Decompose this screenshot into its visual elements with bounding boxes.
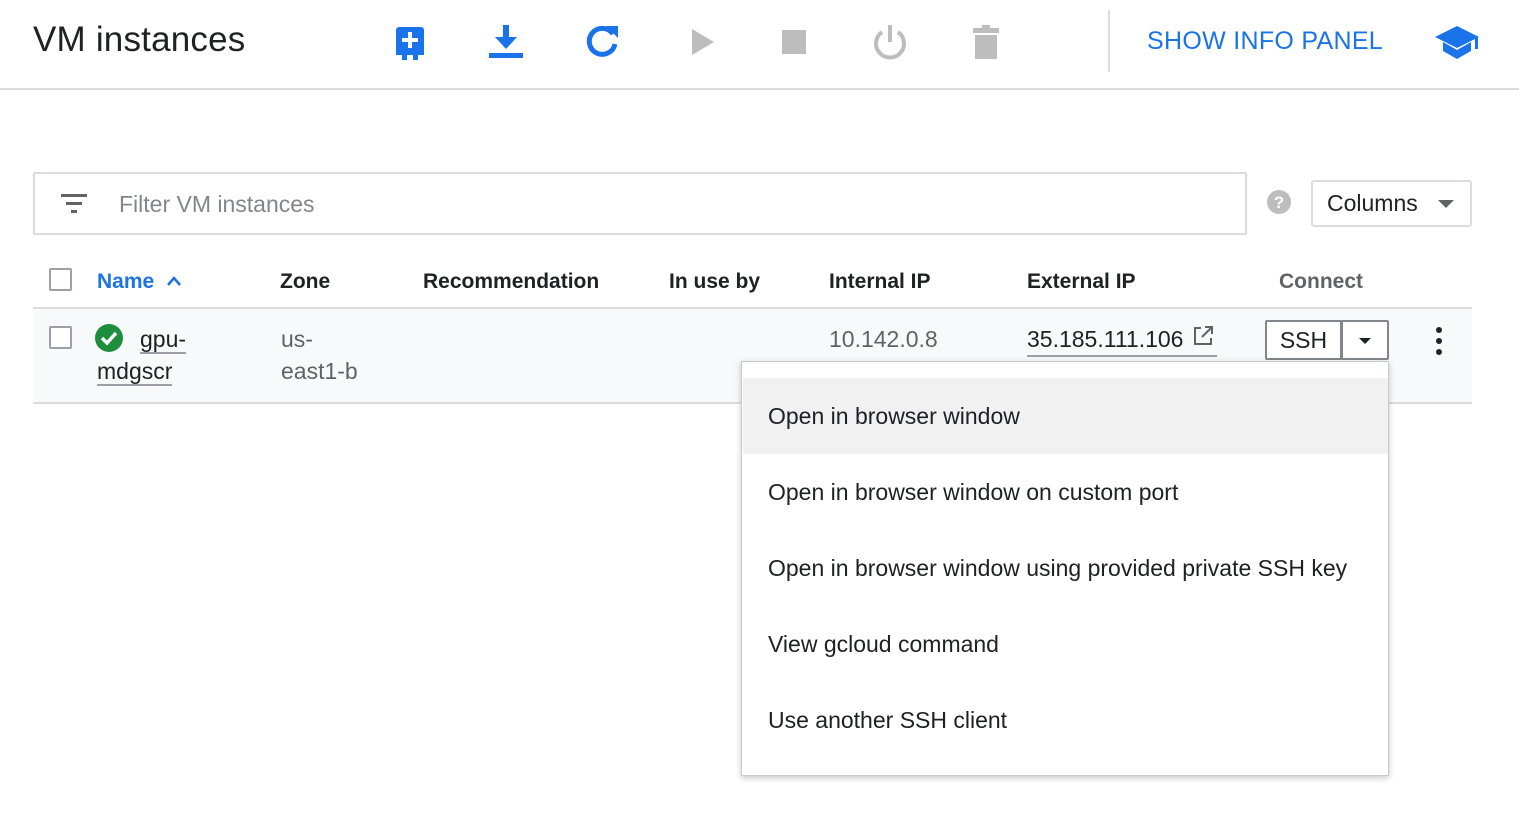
open-in-new-icon (1194, 326, 1214, 345)
reset-button[interactable] (868, 20, 912, 64)
learn-button[interactable] (1432, 20, 1482, 64)
toolbar-divider (1108, 10, 1110, 72)
menu-item-open-browser-private-key[interactable]: Open in browser window using provided pr… (743, 530, 1388, 606)
column-header-recommendation[interactable]: Recommendation (423, 270, 599, 294)
sort-ascending-icon[interactable] (166, 274, 182, 288)
caret-down-icon (1359, 338, 1371, 344)
delete-button[interactable] (964, 20, 1008, 64)
add-box-icon (396, 27, 424, 60)
zone-line2: east1-b (281, 358, 358, 384)
instance-name-link[interactable]: gpu- mdgscr (97, 323, 207, 387)
column-header-internal-ip[interactable]: Internal IP (829, 270, 931, 294)
more-vert-icon-dot (1436, 338, 1442, 344)
more-vert-icon-dot (1436, 349, 1442, 355)
page-title: VM instances (33, 20, 246, 59)
filter-icon (61, 194, 87, 213)
column-header-name[interactable]: Name (97, 270, 154, 294)
filter-bar[interactable] (33, 172, 1247, 235)
column-header-in-use-by[interactable]: In use by (669, 270, 760, 294)
stop-icon (782, 30, 806, 54)
instance-zone: us- east1-b (281, 323, 391, 387)
power-icon (874, 25, 906, 60)
start-button[interactable] (678, 20, 722, 64)
menu-item-another-ssh-client[interactable]: Use another SSH client (743, 682, 1388, 758)
stop-button[interactable] (772, 20, 816, 64)
instance-name-line1: gpu- (140, 326, 187, 354)
column-header-connect: Connect (1279, 270, 1363, 293)
play-icon (692, 29, 714, 55)
ssh-button[interactable]: SSH (1265, 320, 1342, 360)
svg-text:?: ? (1274, 193, 1284, 212)
select-all-checkbox[interactable] (49, 268, 72, 291)
internal-ip: 10.142.0.8 (829, 326, 938, 352)
import-vm-button[interactable] (484, 20, 528, 64)
page-header: VM instances SHOW INFO PANEL (0, 0, 1519, 90)
menu-item-open-browser-custom-port[interactable]: Open in browser window on custom port (743, 454, 1388, 530)
ssh-options-menu: Open in browser window Open in browser w… (741, 361, 1389, 776)
menu-item-open-browser[interactable]: Open in browser window (743, 378, 1388, 454)
school-icon (1435, 26, 1479, 59)
columns-label: Columns (1327, 190, 1418, 216)
help-icon[interactable]: ? (1266, 189, 1292, 215)
instance-name-line2: mdgscr (97, 358, 173, 386)
refresh-button[interactable] (580, 20, 624, 64)
zone-line1: us- (281, 326, 313, 352)
show-info-panel-button[interactable]: SHOW INFO PANEL (1147, 27, 1383, 56)
row-checkbox[interactable] (49, 326, 72, 349)
column-header-zone[interactable]: Zone (280, 270, 330, 294)
trash-icon (973, 25, 999, 59)
menu-item-view-gcloud-command[interactable]: View gcloud command (743, 606, 1388, 682)
refresh-icon (586, 25, 618, 57)
more-vert-icon (1436, 327, 1442, 333)
more-actions-button[interactable] (1426, 324, 1452, 358)
external-ip-link[interactable]: 35.185.111.106 (1027, 323, 1218, 357)
download-icon (489, 25, 523, 58)
columns-button[interactable]: Columns (1311, 180, 1472, 227)
ssh-dropdown-button[interactable] (1341, 320, 1389, 360)
create-instance-button[interactable] (388, 20, 432, 64)
column-header-external-ip[interactable]: External IP (1027, 270, 1136, 294)
filter-input[interactable] (119, 186, 1219, 222)
external-ip-value: 35.185.111.106 (1027, 326, 1184, 352)
chevron-down-icon (1438, 200, 1454, 208)
